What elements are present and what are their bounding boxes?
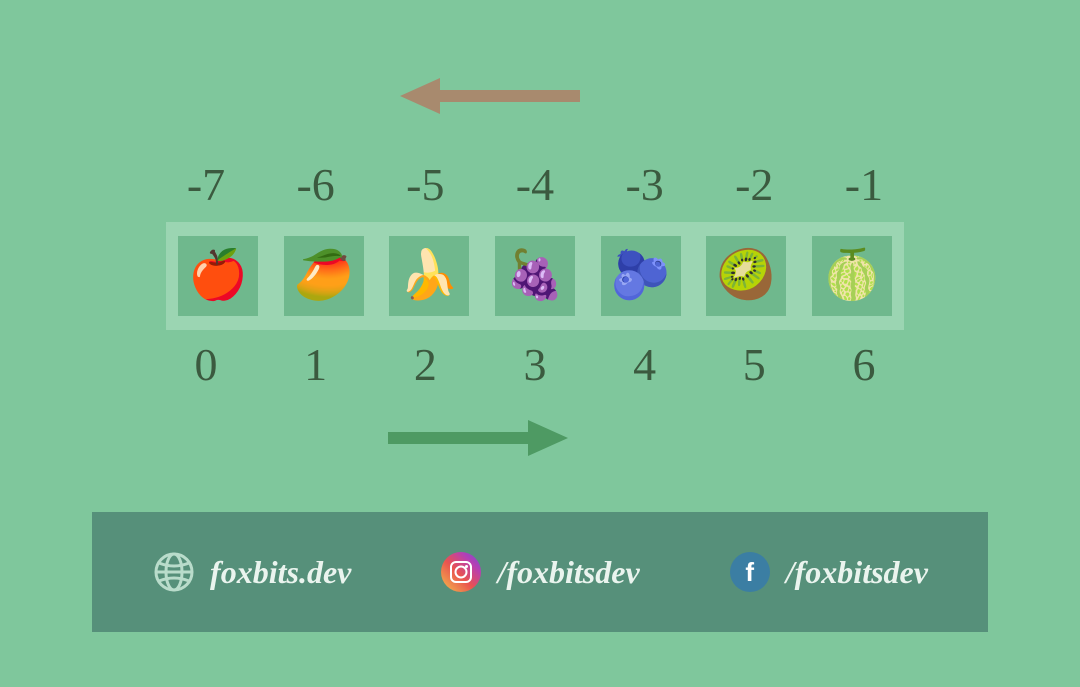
pos-idx-3: 3 [495, 338, 575, 391]
instagram-icon [439, 550, 483, 594]
mango-icon: 🥭 [294, 252, 354, 300]
website-label: foxbits.dev [210, 554, 351, 591]
apple-icon: 🍎 [188, 252, 248, 300]
negative-index-row: -7 -6 -5 -4 -3 -2 -1 [166, 158, 904, 211]
list-item: 🥭 [284, 236, 364, 316]
instagram-label: /foxbitsdev [497, 554, 639, 591]
list-item: 🍎 [178, 236, 258, 316]
globe-icon [152, 550, 196, 594]
neg-idx-6: -1 [824, 158, 904, 211]
neg-idx-1: -6 [276, 158, 356, 211]
facebook-label: /foxbitsdev [786, 554, 928, 591]
kiwi-icon: 🥝 [716, 252, 776, 300]
grapes-icon: 🍇 [505, 252, 565, 300]
neg-idx-2: -5 [385, 158, 465, 211]
papaya-icon: 🍈 [822, 252, 882, 300]
list-item: 🥝 [706, 236, 786, 316]
neg-idx-4: -3 [605, 158, 685, 211]
list-item: 🍈 [812, 236, 892, 316]
positive-index-row: 0 1 2 3 4 5 6 [166, 338, 904, 391]
list-item: 🫐 [601, 236, 681, 316]
list-item: 🍇 [495, 236, 575, 316]
pos-idx-2: 2 [385, 338, 465, 391]
pos-idx-4: 4 [605, 338, 685, 391]
facebook-icon: f [728, 550, 772, 594]
footer-bar: foxbits.dev /foxbitsdev f /foxbitsdev [92, 512, 988, 632]
arrow-right-icon [388, 418, 568, 458]
arrow-left-icon [400, 76, 580, 116]
neg-idx-0: -7 [166, 158, 246, 211]
fruit-list: 🍎 🥭 🍌 🍇 🫐 🥝 🍈 [166, 222, 904, 330]
banana-icon: 🍌 [399, 252, 459, 300]
website-link[interactable]: foxbits.dev [152, 550, 351, 594]
neg-idx-5: -2 [714, 158, 794, 211]
list-item: 🍌 [389, 236, 469, 316]
pos-idx-6: 6 [824, 338, 904, 391]
pos-idx-1: 1 [276, 338, 356, 391]
facebook-link[interactable]: f /foxbitsdev [728, 550, 928, 594]
pos-idx-5: 5 [714, 338, 794, 391]
blueberry-icon: 🫐 [611, 252, 671, 300]
pos-idx-0: 0 [166, 338, 246, 391]
instagram-link[interactable]: /foxbitsdev [439, 550, 639, 594]
neg-idx-3: -4 [495, 158, 575, 211]
